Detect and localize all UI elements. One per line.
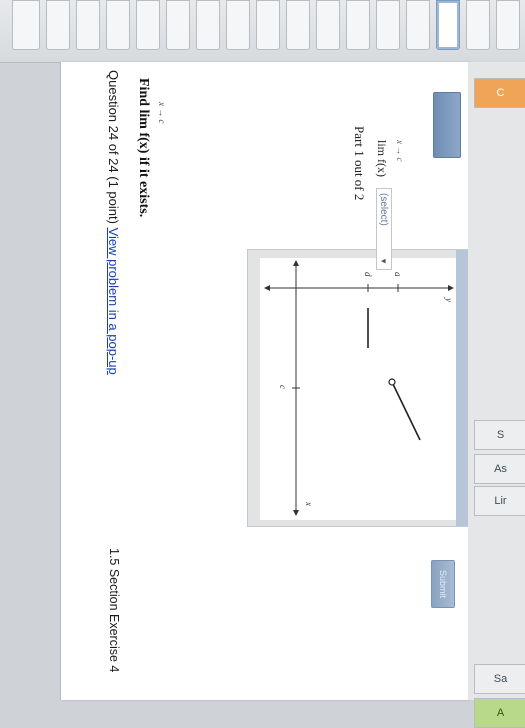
chevron-down-icon: ▼ — [379, 257, 389, 265]
nav-tab[interactable] — [76, 0, 100, 50]
sloped-segment — [391, 381, 421, 441]
answer-select-value: (select) — [378, 193, 390, 226]
prompt-limit-subscript: x → c — [157, 102, 167, 124]
part-label: Part 1 out of 2 — [352, 126, 367, 201]
nav-tab[interactable] — [46, 0, 70, 50]
question-header: Question 24 of 24 (1 point) View problem… — [106, 70, 121, 375]
nav-tab[interactable] — [496, 0, 520, 50]
section-title: 1.5 Section Exercise 4 — [107, 548, 121, 673]
nav-tab[interactable] — [466, 0, 490, 50]
rotated-content: Question 24 of 24 (1 point) View problem… — [61, 62, 469, 700]
graph-figure: y x a d c — [247, 249, 469, 527]
x-axis-left-arrow — [293, 260, 299, 266]
nav-tab[interactable] — [346, 0, 370, 50]
open-circle — [388, 378, 396, 386]
answer-select[interactable]: (select) ▼ — [376, 188, 392, 270]
side-button-3-label: Lir — [494, 495, 507, 507]
nav-tab[interactable] — [376, 0, 400, 50]
top-tab-strip — [0, 0, 525, 63]
nav-tab[interactable] — [166, 0, 190, 50]
side-button-1-label: S — [496, 429, 505, 441]
side-button-4[interactable]: Sa — [474, 664, 525, 694]
nav-tab[interactable] — [226, 0, 250, 50]
side-button-4-label: Sa — [493, 673, 508, 685]
nav-tab[interactable] — [12, 0, 40, 50]
view-popup-link[interactable]: View problem in a pop-up — [106, 228, 121, 375]
y-axis-label: y — [444, 297, 454, 302]
question-panel: Question 24 of 24 (1 point) View problem… — [60, 62, 469, 700]
submit-button-label: Submit — [438, 569, 448, 598]
y-axis-arrow — [448, 285, 454, 291]
nav-tab[interactable] — [106, 0, 130, 50]
submit-button[interactable]: Submit — [431, 560, 455, 608]
side-button-5-label: A — [496, 707, 505, 719]
y-axis-bottom-arrow — [264, 285, 270, 291]
side-button-1[interactable]: S — [474, 420, 525, 450]
nav-tab[interactable] — [406, 0, 430, 50]
nav-tab[interactable] — [316, 0, 340, 50]
problem-prompt: Find lim f(x) if it exists. — [136, 78, 151, 218]
graph-plot: y x a d c — [260, 258, 456, 520]
limit-subscript: x → c — [395, 140, 405, 162]
tick-c-label: c — [278, 385, 288, 389]
right-side-strip: C S As Lir Sa A — [468, 62, 525, 728]
side-button-0[interactable]: C — [474, 78, 525, 108]
check-answer-button[interactable] — [433, 92, 461, 158]
nav-tab[interactable] — [256, 0, 280, 50]
x-axis-arrow — [293, 510, 299, 516]
graph-header-bar — [456, 250, 468, 526]
x-axis-label: x — [304, 501, 314, 506]
side-button-5[interactable]: A — [474, 698, 525, 728]
limit-expression: lim f(x) — [375, 140, 389, 177]
side-button-2-label: As — [494, 463, 507, 475]
nav-tab-current[interactable] — [436, 0, 460, 50]
nav-tab[interactable] — [286, 0, 310, 50]
side-button-2[interactable]: As — [474, 454, 525, 484]
tick-d-label: d — [363, 272, 373, 277]
nav-tab[interactable] — [196, 0, 220, 50]
question-number: Question 24 of 24 (1 point) — [106, 70, 121, 224]
nav-tab[interactable] — [136, 0, 160, 50]
side-button-3[interactable]: Lir — [474, 486, 525, 516]
side-button-0-label: C — [496, 87, 505, 99]
tick-a-label: a — [393, 272, 403, 277]
